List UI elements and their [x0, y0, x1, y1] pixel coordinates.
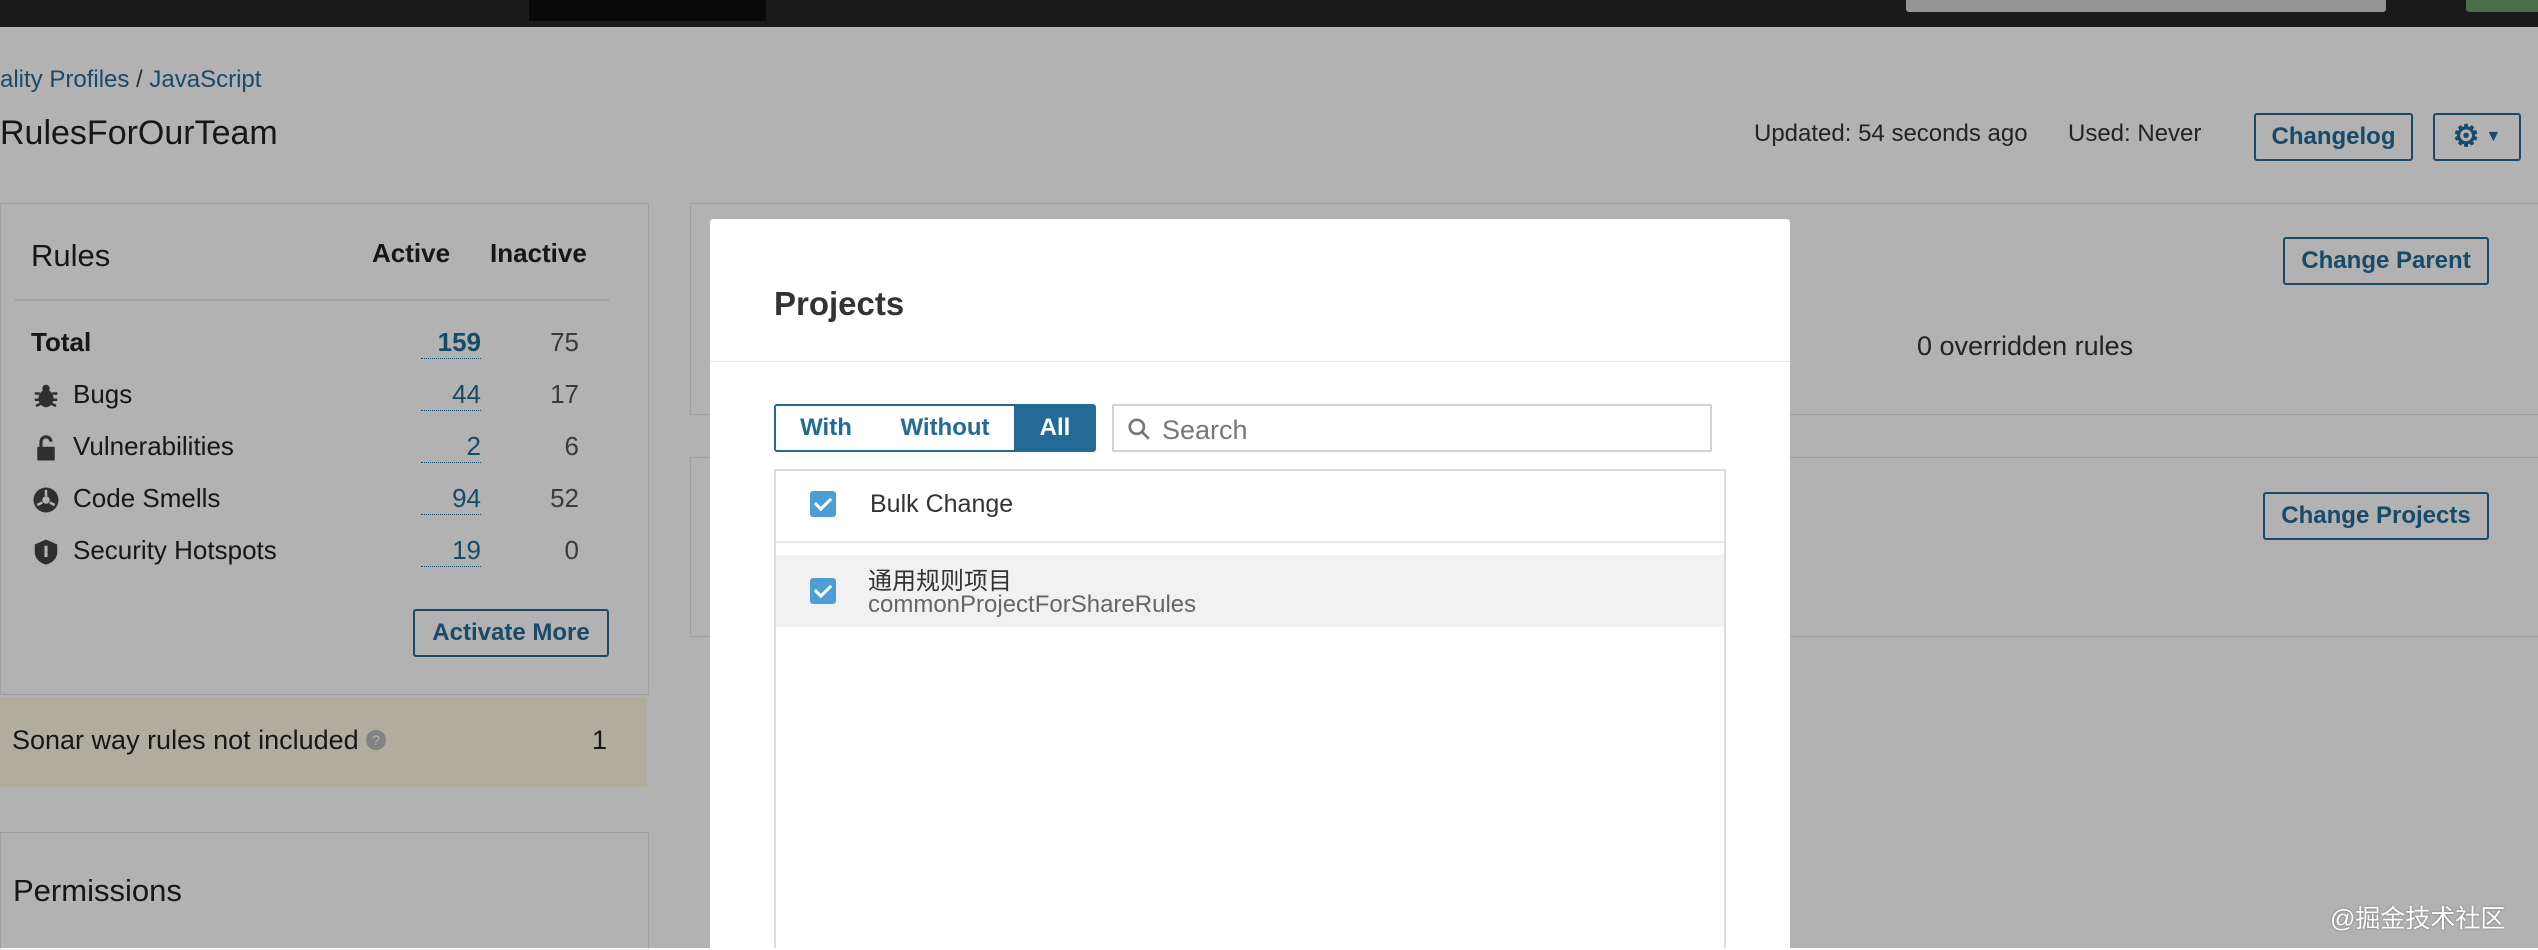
- project-checkbox[interactable]: [810, 578, 836, 604]
- project-search-input[interactable]: Search: [1112, 404, 1712, 452]
- modal-title: Projects: [774, 285, 905, 322]
- project-list: Bulk Change 通用规则项目 commonProjectForShare…: [774, 469, 1726, 948]
- search-icon: [1128, 418, 1150, 440]
- bulk-change-row[interactable]: Bulk Change: [776, 471, 1724, 543]
- bulk-change-label: Bulk Change: [870, 490, 1014, 518]
- modal-divider: [710, 361, 1790, 362]
- watermark: @掘金技术社区: [2330, 905, 2506, 933]
- bulk-change-checkbox[interactable]: [810, 491, 836, 517]
- filter-with-button[interactable]: With: [774, 404, 878, 452]
- projects-modal: Projects With Without All Search Bulk Ch…: [710, 219, 1790, 948]
- filter-without-button[interactable]: Without: [876, 404, 1016, 452]
- project-key: commonProjectForShareRules: [868, 591, 1197, 618]
- filter-all-button[interactable]: All: [1014, 404, 1096, 452]
- search-placeholder: Search: [1162, 415, 1248, 445]
- list-item[interactable]: 通用规则项目 commonProjectForShareRules: [776, 555, 1724, 627]
